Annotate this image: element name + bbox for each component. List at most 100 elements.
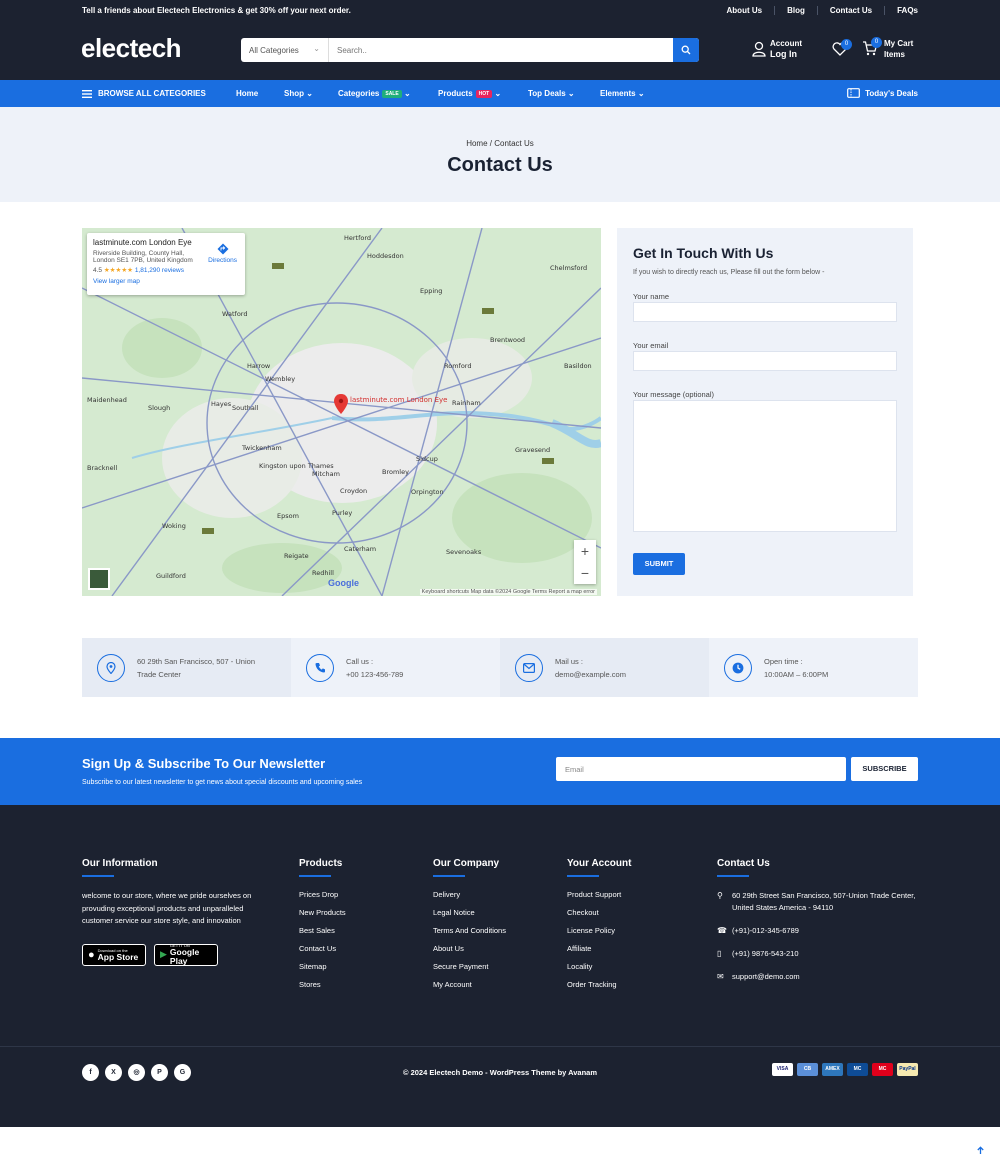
map-place-label: Hertford [344,234,371,242]
footer-link[interactable]: Stores [299,980,346,998]
footer-link[interactable]: Affiliate [567,944,631,962]
todays-deals-link[interactable]: Today's Deals [847,88,918,98]
footer-contact-email[interactable]: ✉ support@demo.com [717,971,918,983]
sale-badge: SALE [382,90,402,98]
browse-categories-button[interactable]: BROWSE ALL CATEGORIES [82,89,206,98]
footer-link[interactable]: Prices Drop [299,890,346,908]
map-place-label: Epping [420,287,442,295]
footer-link[interactable]: New Products [299,908,346,926]
nav-elements-label: Elements [600,89,636,98]
todays-deals-label: Today's Deals [865,88,918,98]
contact-info-strip: 60 29th San Francisco, 507 - Union Trade … [82,638,918,697]
top-link-faqs[interactable]: FAQs [884,6,918,15]
paypal-icon: PayPal [897,1063,918,1076]
map-rating: 4.5 [93,267,103,274]
info-hours: Open time : 10:00AM – 6:00PM [709,638,918,697]
map-place-label: Slough [148,404,170,412]
nav-top-deals[interactable]: Top Deals ⌄ [528,89,575,98]
cart-items-label: Items [884,50,905,59]
map-footer[interactable]: Keyboard shortcuts Map data ©2024 Google… [419,589,597,595]
map-place-label: Croydon [340,487,367,495]
footer-link[interactable]: Secure Payment [433,962,506,980]
wishlist-button[interactable]: 0 [832,39,852,58]
footer-link[interactable]: Best Sales [299,926,346,944]
map-place-label: Wembley [265,375,295,383]
email-label: Your email [633,341,669,350]
nav-home[interactable]: Home [236,89,258,98]
info-call-number[interactable]: +00 123-456-789 [346,668,403,681]
search-input[interactable] [329,38,673,62]
footer-phone1-text: (+91)-012-345-6789 [732,926,799,935]
footer-link[interactable]: Order Tracking [567,980,631,998]
map-place-label: Redhill [312,569,334,577]
submit-button[interactable]: SUBMIT [633,553,685,575]
account-link[interactable]: Account Log In [752,38,802,60]
top-link-contact[interactable]: Contact Us [816,6,872,15]
info-phone: Call us : +00 123-456-789 [291,638,500,697]
info-hours-label: Open time : [764,656,803,666]
google-play-button[interactable]: ▶ GET IT ON Google Play [154,943,218,966]
footer-link[interactable]: Sitemap [299,962,346,980]
map-info-card: lastminute.com London Eye Riverside Buil… [87,233,245,295]
map-place-label: Orpington [411,488,444,496]
map-place-label: Gravesend [515,446,550,454]
footer-link[interactable]: My Account [433,980,506,998]
subscribe-button[interactable]: SUBSCRIBE [851,757,918,781]
message-field[interactable] [633,400,897,532]
top-link-about[interactable]: About Us [727,6,763,15]
name-field[interactable] [633,302,897,322]
top-link-blog[interactable]: Blog [774,6,805,15]
map-reviews-link[interactable]: 1,81,290 reviews [135,267,184,274]
email-field[interactable] [633,351,897,371]
satellite-toggle[interactable] [88,568,110,590]
footer-products-column: Products Prices Drop New Products Best S… [299,858,346,998]
footer-title-underline [82,875,114,877]
app-store-button[interactable]: ● Download on the App Store [82,943,146,966]
map-place-label: Bracknell [87,464,117,472]
footer-contact-phone2[interactable]: ▯ (+91) 9876-543-210 [717,948,918,960]
chevron-down-icon: ⌄ [306,89,313,98]
footer-link[interactable]: About Us [433,944,506,962]
map-place-label: Sevenoaks [446,548,482,556]
ticket-icon [847,88,861,98]
app-store-label: App Store [97,951,139,962]
footer-contact-phone1[interactable]: ☎ (+91)-012-345-6789 [717,925,918,937]
footer-link[interactable]: Checkout [567,908,631,926]
footer-link[interactable]: License Policy [567,926,631,944]
map-place-label: Southall [232,404,259,412]
nav-products[interactable]: Products HOT ⌄ [438,89,501,98]
category-select[interactable]: All Categories ⌄ [241,38,329,62]
info-mail-address[interactable]: demo@example.com [555,668,626,681]
map-place-label: Purley [332,509,352,517]
footer-link[interactable]: Locality [567,962,631,980]
nav-categories[interactable]: Categories SALE ⌄ [338,89,411,98]
footer-link[interactable]: Terms And Conditions [433,926,506,944]
scroll-to-top-button[interactable] [972,1142,989,1159]
footer-title-underline [433,875,465,877]
cart-button[interactable]: 0 My Cart Items [862,37,913,60]
view-larger-map-link[interactable]: View larger map [93,278,239,285]
map-place-label: Sidcup [416,455,438,463]
info-address-line1: 60 29th San Francisco, 507 - Union [137,656,255,666]
footer-link[interactable]: Contact Us [299,944,346,962]
footer-link[interactable]: Legal Notice [433,908,506,926]
nav-shop[interactable]: Shop ⌄ [284,89,313,98]
map-place-label: Maidenhead [87,396,127,404]
google-map[interactable]: Hertford Hoddesdon Chelmsford Watford Ep… [82,228,601,596]
newsletter-email-input[interactable]: Email [556,757,846,781]
zoom-out-button[interactable]: − [574,562,596,584]
directions-button[interactable]: Directions [208,243,237,264]
form-title: Get In Touch With Us [633,245,774,261]
info-address-line2: Trade Center [137,669,181,679]
site-logo[interactable]: electech [81,33,182,64]
search-button[interactable] [673,38,699,62]
chevron-down-icon: ⌄ [494,89,502,98]
footer-link[interactable]: Delivery [433,890,506,908]
zoom-in-button[interactable]: + [574,540,596,562]
google-logo: Google [328,578,359,588]
map-pin-icon [97,653,125,682]
footer-link[interactable]: Product Support [567,890,631,908]
nav-elements[interactable]: Elements ⌄ [600,89,645,98]
menu-icon [82,89,92,98]
nav-shop-label: Shop [284,89,304,98]
